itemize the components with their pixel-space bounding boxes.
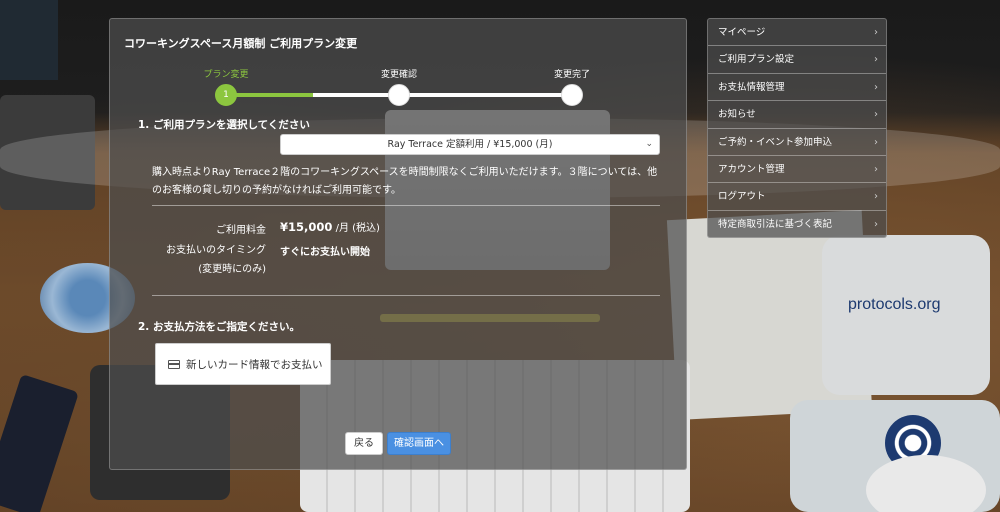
- bg-pen: [0, 373, 79, 512]
- timing-value: すぐにお支払い開始: [280, 247, 370, 258]
- step-line-done: [226, 93, 313, 97]
- step-label-2: 変更確認: [380, 70, 418, 80]
- menu-item-account[interactable]: アカウント管理 ›: [708, 156, 886, 184]
- menu-item-plan-settings[interactable]: ご利用プラン設定 ›: [708, 46, 886, 74]
- chevron-right-icon: ›: [874, 163, 878, 175]
- step-line-pending: [313, 93, 572, 97]
- fee-unit: /月 (税込): [335, 223, 380, 234]
- fee-label: ご利用料金: [216, 225, 266, 236]
- menu-item-legal[interactable]: 特定商取引法に基づく表記 ›: [708, 211, 886, 238]
- new-card-button-label: 新しいカード情報でお支払い: [186, 358, 323, 371]
- step-dot-2: 2: [388, 84, 410, 106]
- menu-item-label: お支払情報管理: [718, 81, 785, 93]
- chevron-right-icon: ›: [874, 191, 878, 203]
- plan-description: 購入時点よりRay Terrace２階のコワーキングスペースを時間制限なくご利用…: [152, 167, 658, 196]
- divider: [152, 295, 660, 296]
- plan-select-value: Ray Terrace 定額利用 / ¥15,000 (月): [387, 139, 553, 150]
- divider: [152, 205, 660, 206]
- chevron-right-icon: ›: [874, 27, 878, 38]
- chevron-right-icon: ›: [874, 109, 878, 121]
- side-menu: マイページ › ご利用プラン設定 › お支払情報管理 › お知らせ › ご予約・イベント…: [707, 18, 887, 238]
- back-button[interactable]: 戻る: [345, 432, 383, 455]
- menu-item-label: 特定商取引法に基づく表記: [718, 218, 833, 230]
- chevron-right-icon: ›: [874, 81, 878, 93]
- step-label-3: 変更完了: [553, 70, 591, 80]
- fee-amount: ¥15,000: [280, 220, 333, 234]
- bg-mousepad: [822, 235, 990, 395]
- step-dot-3: 3: [561, 84, 583, 106]
- menu-item-label: ご利用プラン設定: [718, 54, 795, 66]
- fee-value: ¥15,000 /月 (税込): [280, 219, 380, 234]
- bg-logo-text: protocols.org: [848, 296, 941, 313]
- menu-item-label: ログアウト: [718, 191, 766, 203]
- confirm-button[interactable]: 確認画面へ: [387, 432, 451, 455]
- plan-change-panel: コワーキングスペース月額制 ご利用プラン変更 プラン変更 変更確認 変更完了 1…: [109, 18, 687, 470]
- plan-select[interactable]: Ray Terrace 定額利用 / ¥15,000 (月) ⌄: [280, 134, 660, 155]
- step-dot-1: 1: [215, 84, 237, 106]
- timing-label: お支払いのタイミング (変更時にのみ): [148, 241, 266, 275]
- new-card-button[interactable]: 新しいカード情報でお支払い: [155, 343, 331, 385]
- menu-item-logout[interactable]: ログアウト ›: [708, 183, 886, 211]
- menu-item-label: アカウント管理: [718, 163, 785, 175]
- menu-item-label: お知らせ: [718, 109, 756, 121]
- step-label-1: プラン変更: [203, 70, 249, 80]
- chevron-right-icon: ›: [874, 54, 878, 66]
- chevron-right-icon: ›: [874, 218, 878, 230]
- timing-label-line2: (変更時にのみ): [198, 264, 266, 275]
- credit-card-icon: [168, 359, 180, 369]
- menu-item-label: マイページ: [718, 27, 766, 38]
- menu-item-reservations[interactable]: ご予約・イベント参加申込 ›: [708, 129, 886, 156]
- menu-item-label: ご予約・イベント参加申込: [718, 136, 833, 148]
- chevron-right-icon: ›: [874, 136, 878, 148]
- section-1-heading: 1. ご利用プランを選択してください: [138, 119, 310, 131]
- chevron-down-icon: ⌄: [645, 139, 653, 149]
- timing-label-line1: お支払いのタイミング: [166, 245, 266, 256]
- progress-steps: プラン変更 変更確認 変更完了 1 2 3: [110, 67, 688, 117]
- section-2-heading: 2. お支払方法をご指定ください。: [138, 321, 300, 333]
- menu-item-payment-info[interactable]: お支払情報管理 ›: [708, 74, 886, 102]
- menu-item-mypage[interactable]: マイページ ›: [708, 19, 886, 47]
- bg-photo-frame: [0, 0, 58, 80]
- page-title: コワーキングスペース月額制 ご利用プラン変更: [124, 37, 358, 50]
- menu-item-news[interactable]: お知らせ ›: [708, 101, 886, 129]
